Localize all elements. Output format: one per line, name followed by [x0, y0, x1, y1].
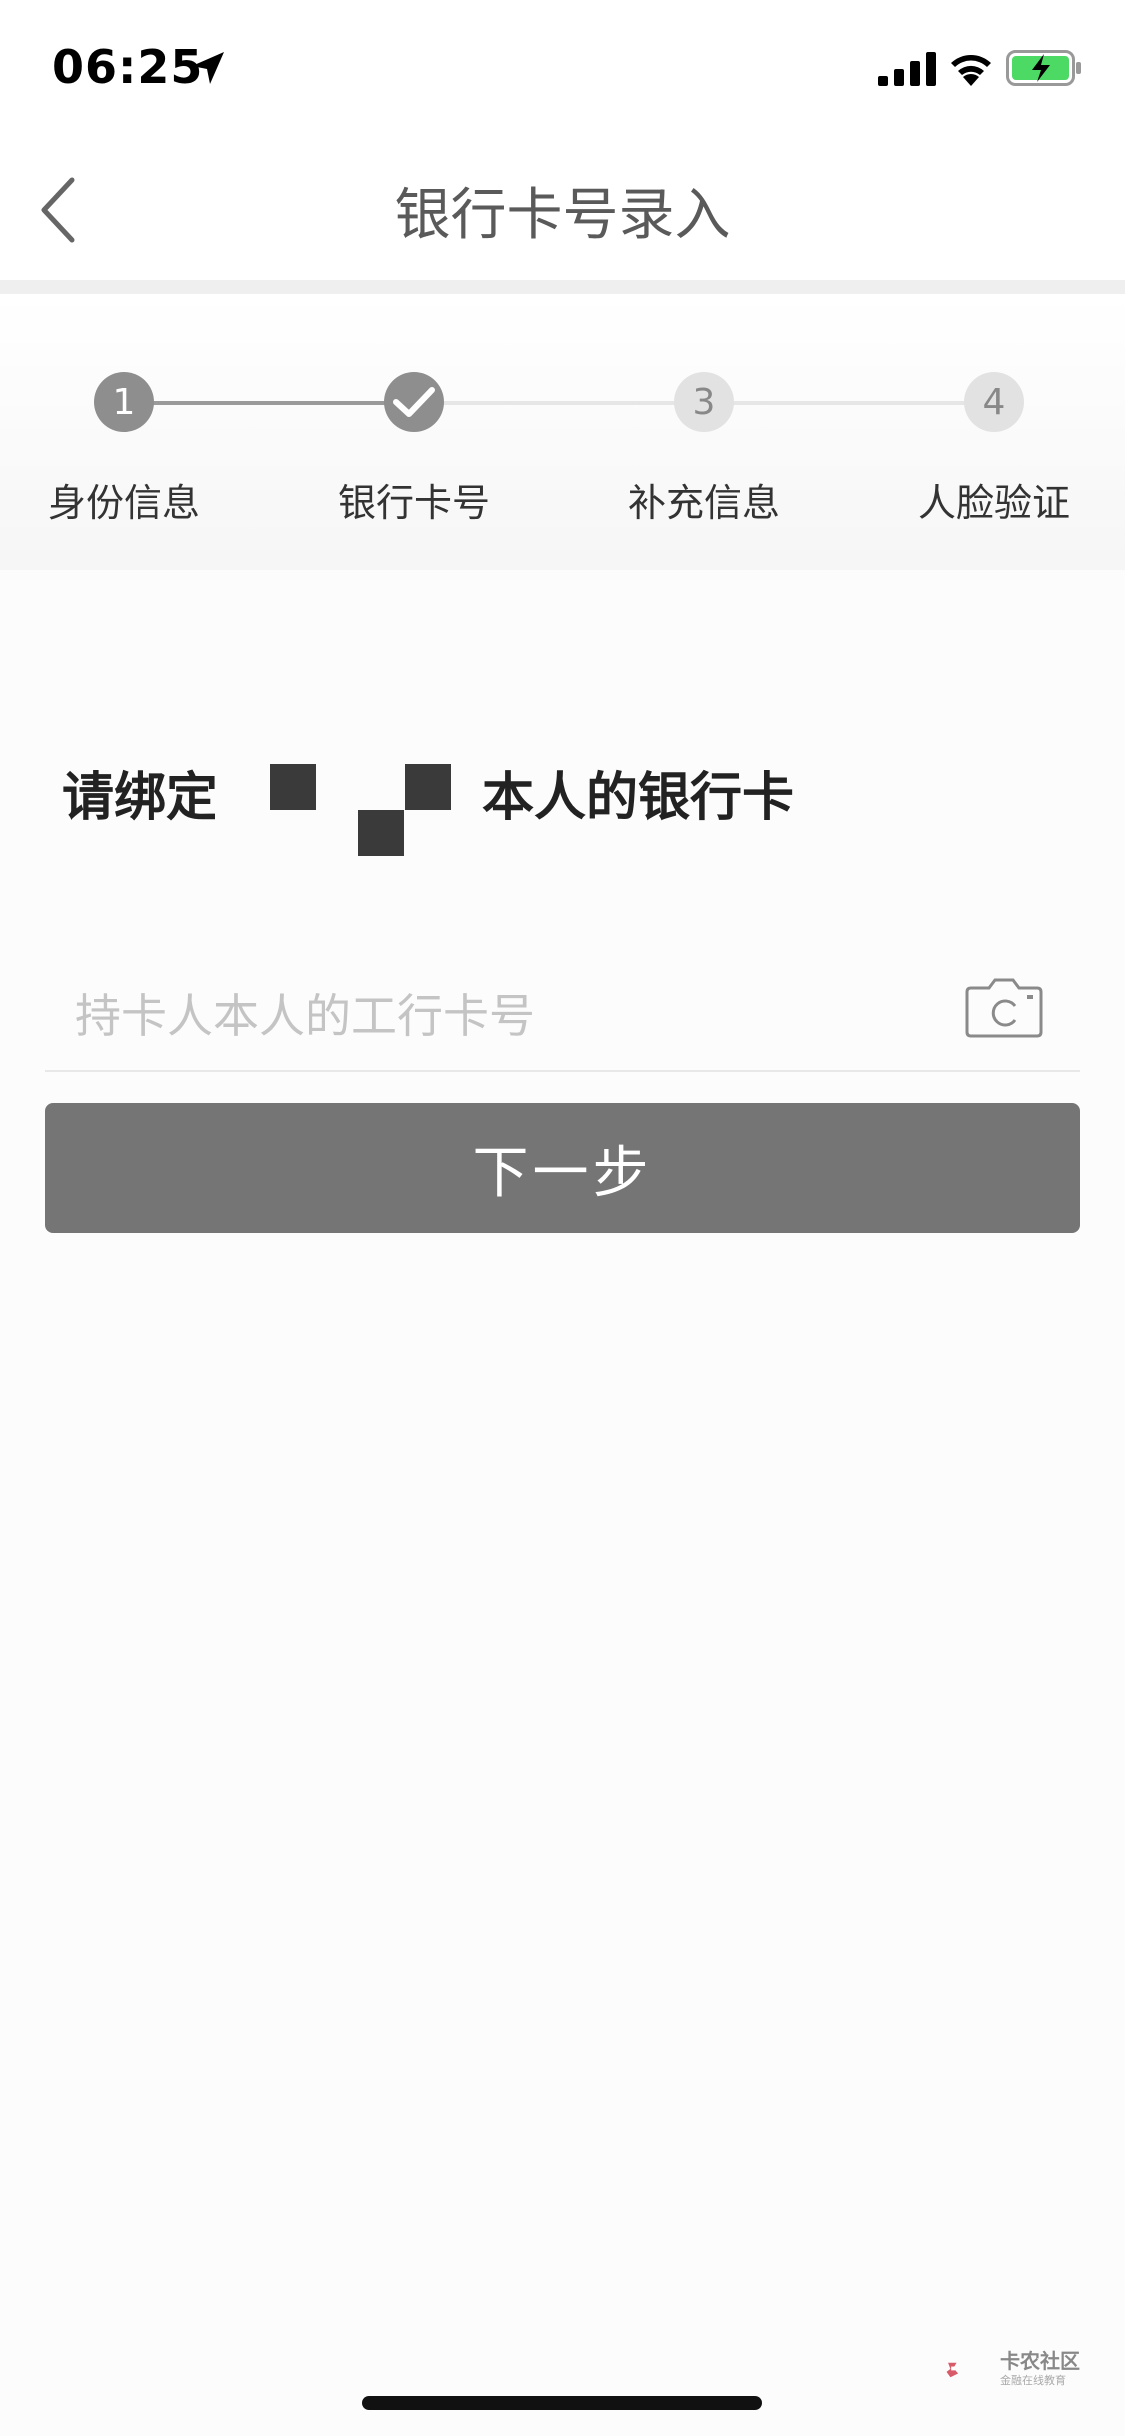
- redaction-block: [405, 764, 451, 810]
- watermark-subtitle: 金融在线教育: [1000, 2374, 1066, 2387]
- step-connector-2: [414, 401, 704, 405]
- step-number-3: 3: [692, 381, 716, 423]
- redaction-block: [270, 764, 316, 810]
- battery-charging-icon: [1006, 50, 1081, 86]
- step-label-4: 人脸验证: [917, 481, 1070, 525]
- step-connector-3: [704, 401, 994, 405]
- home-indicator[interactable]: [362, 2396, 762, 2410]
- page-title: 银行卡号录入: [394, 183, 731, 248]
- next-step-button[interactable]: 下一步: [45, 1103, 1080, 1233]
- step-circle-2: [384, 372, 444, 432]
- step-connector-1: [124, 401, 414, 405]
- wifi-icon: [951, 55, 991, 86]
- status-time: 06:25: [52, 40, 204, 94]
- watermark-title: 卡农社区: [1000, 2349, 1080, 2373]
- redaction-block: [358, 810, 404, 856]
- card-number-placeholder: 持卡人本人的工行卡号: [75, 989, 535, 1043]
- step-label-2: 银行卡号: [337, 481, 490, 525]
- nav-divider: [0, 280, 1125, 294]
- checkmark-icon: [393, 387, 435, 417]
- nav-bar: 银行卡号录入: [0, 130, 1125, 280]
- bind-title-prefix: 请绑定: [62, 768, 219, 828]
- progress-stepper: 1 3 4 身份信息 银行卡号 补充信息 人脸验证: [0, 294, 1125, 570]
- status-bar: 06:25: [0, 0, 1125, 130]
- step-circle-3: 3: [674, 372, 734, 432]
- camera-icon[interactable]: [965, 978, 1043, 1038]
- redaction-block: [215, 752, 245, 832]
- card-number-input[interactable]: 持卡人本人的工行卡号: [45, 960, 1080, 1072]
- step-circle-4: 4: [964, 372, 1024, 432]
- signal-icon: [878, 52, 936, 86]
- bind-title-suffix: 本人的银行卡: [482, 768, 795, 828]
- step-circle-1: 1: [94, 372, 154, 432]
- step-number-1: 1: [112, 381, 136, 423]
- step-label-1: 身份信息: [47, 481, 200, 525]
- step-number-4: 4: [982, 381, 1006, 423]
- location-arrow-icon: [192, 52, 224, 84]
- step-label-3: 补充信息: [627, 481, 780, 525]
- kanong-logo-icon: [946, 2362, 959, 2378]
